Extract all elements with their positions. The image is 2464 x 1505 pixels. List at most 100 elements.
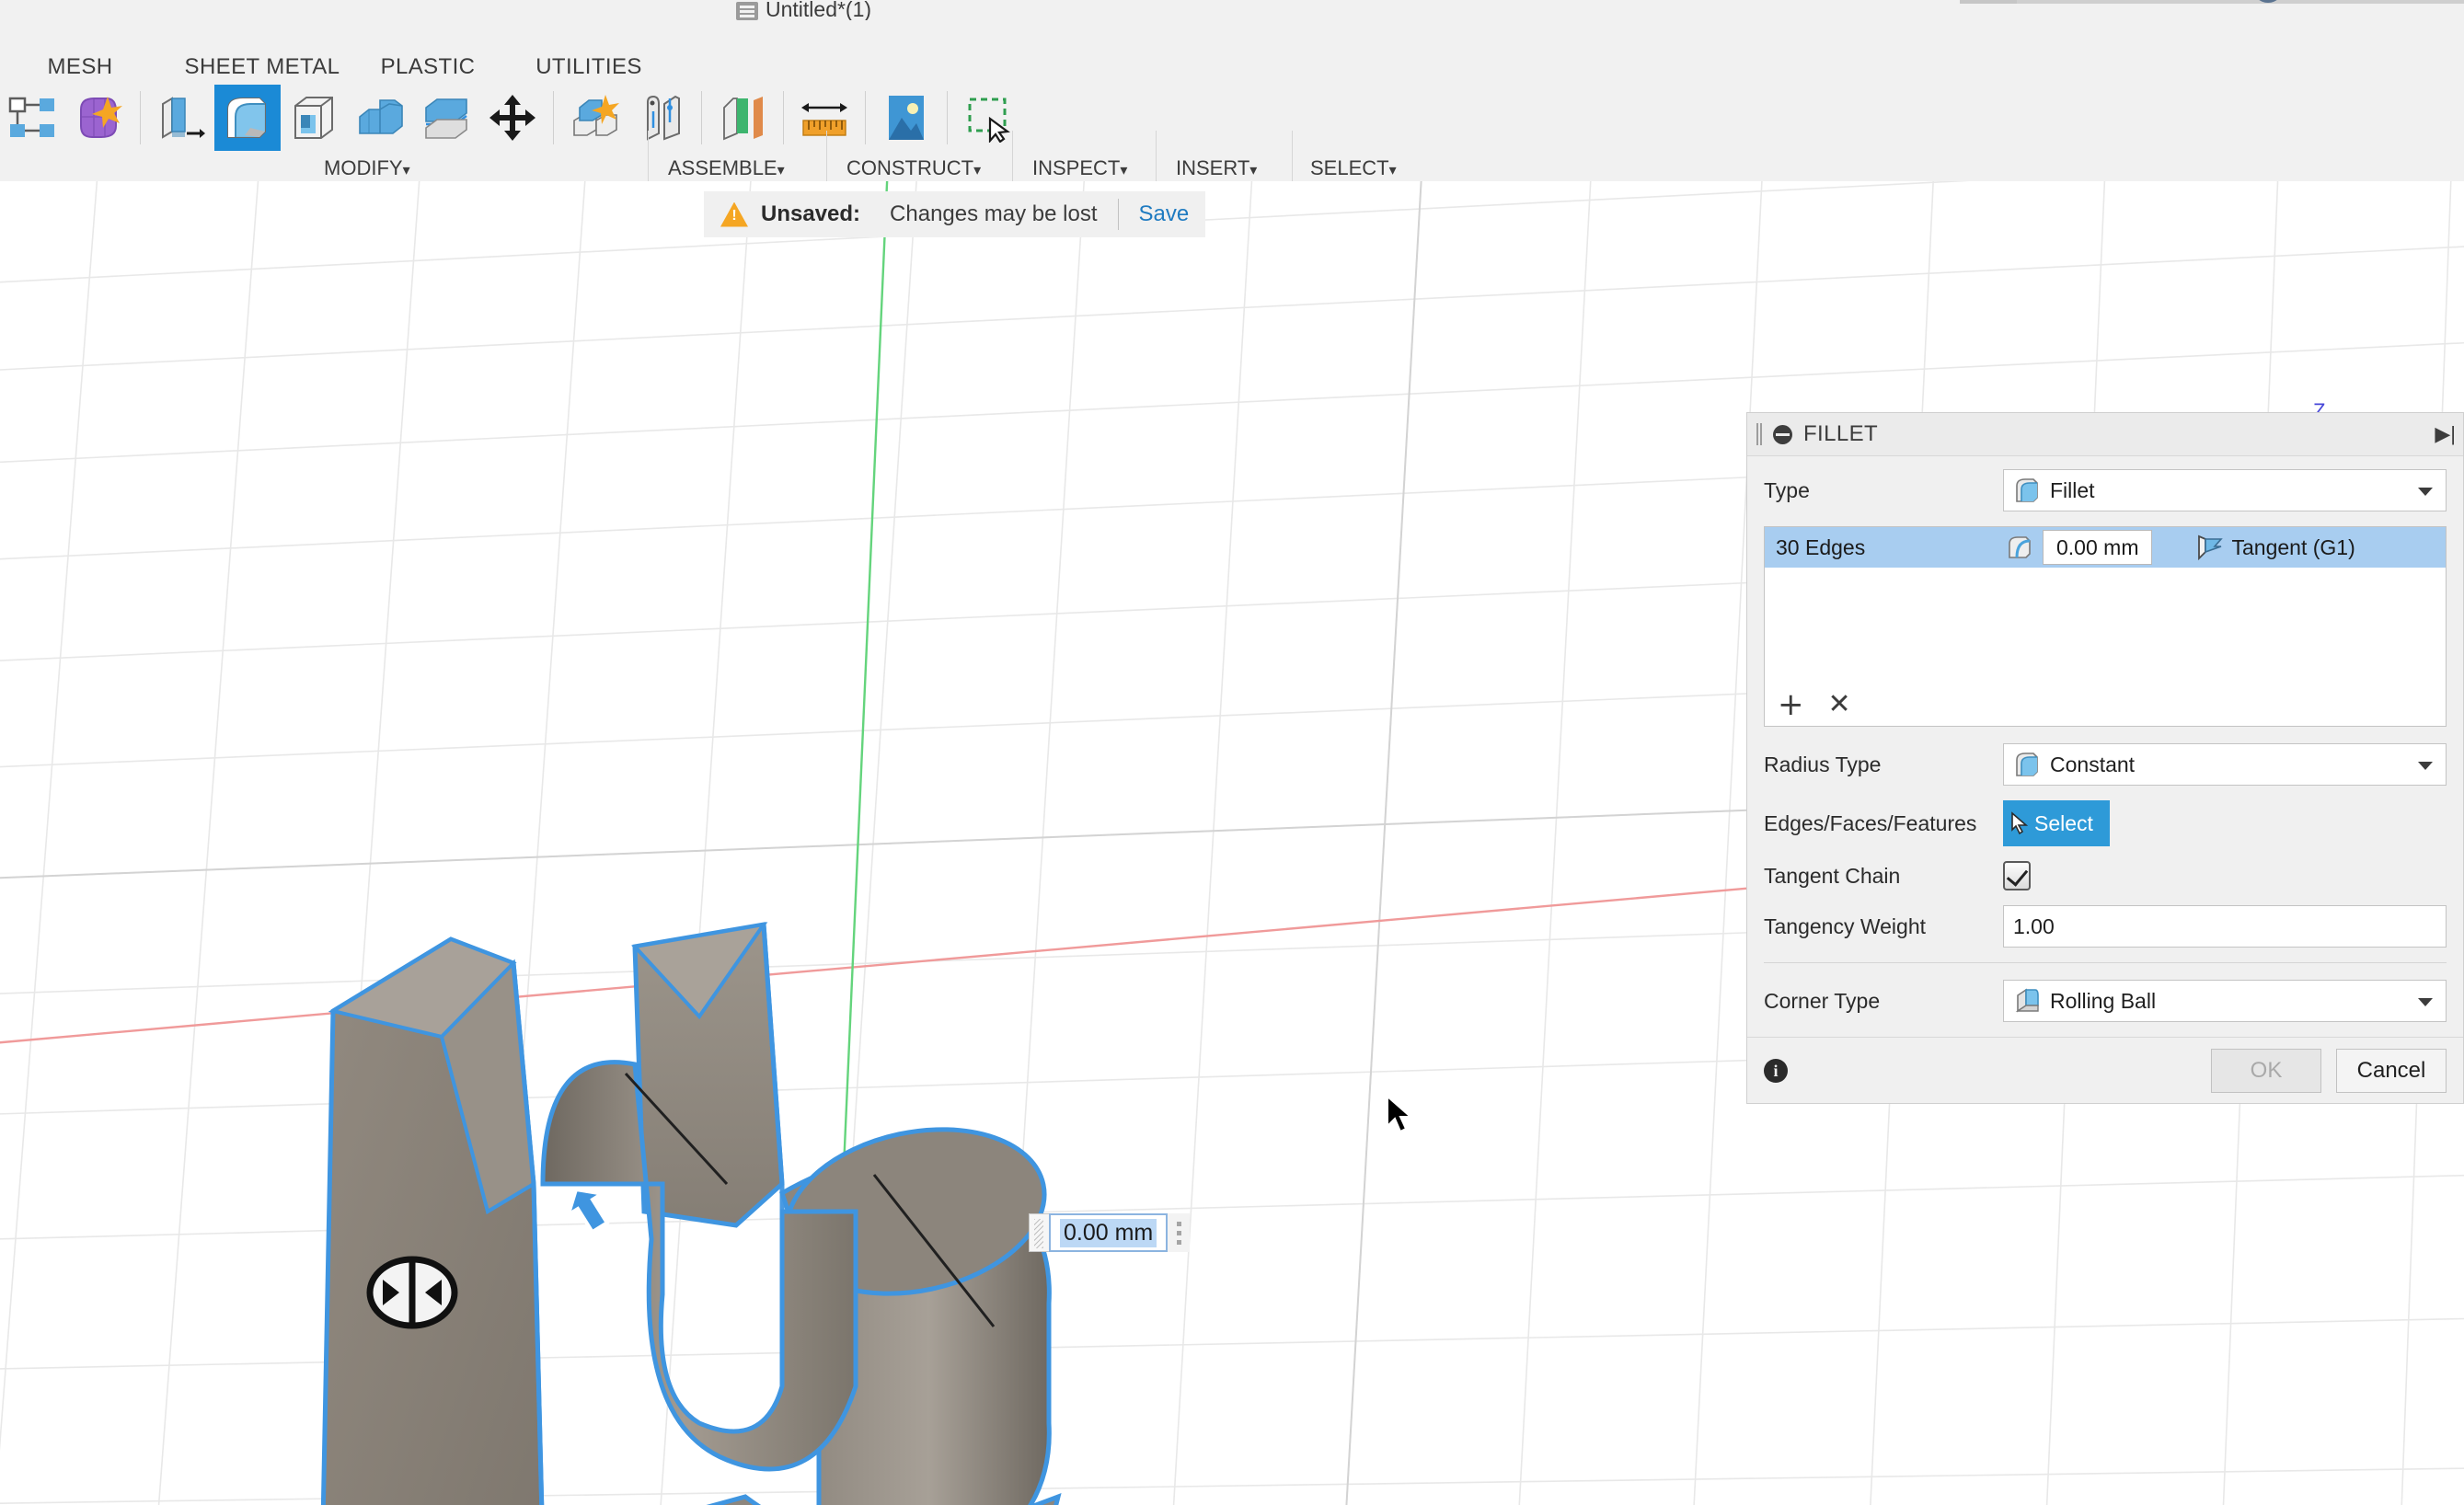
fillet-icon[interactable] <box>214 85 281 151</box>
collapse-right-icon[interactable]: ▶| <box>2435 424 2456 444</box>
ribbon-tab-utilities[interactable]: UTILITIES <box>497 54 681 80</box>
save-link[interactable]: Save <box>1139 201 1190 227</box>
offset-face-icon[interactable] <box>413 85 479 151</box>
user-avatar[interactable] <box>2252 0 2284 3</box>
unsaved-label: Unsaved: <box>761 201 860 227</box>
group-divider <box>1156 131 1157 184</box>
group-label-insert: INSERT <box>1176 156 1249 179</box>
group-caption-select[interactable]: SELECT▾ <box>1310 156 1397 180</box>
corner-type-select[interactable]: Rolling Ball <box>2003 980 2447 1022</box>
drag-arrow-icon[interactable] <box>559 1179 616 1238</box>
edges-list[interactable]: 30 Edges 0.00 mm <box>1764 526 2447 727</box>
group-caption-modify[interactable]: MODIFY▾ <box>324 156 410 180</box>
banner-divider <box>1118 199 1119 230</box>
edge-radius-input[interactable]: 0.00 mm <box>2043 530 2152 565</box>
ribbon-divider <box>865 91 866 144</box>
cad-body[interactable] <box>267 908 1555 1505</box>
create-form-icon[interactable] <box>66 85 132 151</box>
row-radius-type: Radius Type Constant <box>1764 743 2447 786</box>
dialog-body: Type Fillet 30 Edges <box>1747 456 2463 1022</box>
fillet-radius-icon <box>2006 534 2033 561</box>
type-select[interactable]: Fillet <box>2003 469 2447 511</box>
group-label-select: SELECT <box>1310 156 1389 179</box>
chevron-down-icon[interactable] <box>2418 762 2433 770</box>
unsaved-message: Changes may be lost <box>890 201 1097 227</box>
chevron-down-icon: ▾ <box>1389 163 1397 178</box>
kebab-menu-icon[interactable] <box>1168 1213 1190 1252</box>
group-divider <box>1292 131 1293 184</box>
edge-continuity-cell[interactable]: Tangent (G1) <box>2194 534 2355 561</box>
chevron-down-icon[interactable] <box>2418 488 2433 496</box>
flip-direction-icon[interactable] <box>370 1259 455 1326</box>
account-toolbar: 8 of 10 1 i <box>2017 0 2464 4</box>
measure-icon[interactable] <box>791 85 858 151</box>
document-tab-label: Untitled*(1) <box>766 0 871 20</box>
selection-label: Edges/Faces/Features <box>1764 811 2003 836</box>
group-caption-assemble[interactable]: ASSEMBLE▾ <box>668 156 785 180</box>
select-cursor-icon <box>2010 811 2029 835</box>
ribbon-divider <box>140 91 141 144</box>
tangency-weight-input[interactable]: 1.00 <box>2003 905 2447 948</box>
dimension-input-field[interactable]: 0.00 mm <box>1049 1213 1168 1252</box>
combine-icon[interactable] <box>347 85 413 151</box>
add-selection-icon[interactable]: + <box>1778 689 1804 720</box>
group-divider <box>1012 131 1013 184</box>
unsaved-banner: Unsaved: Changes may be lost Save <box>704 191 1205 237</box>
joint-icon[interactable] <box>628 85 694 151</box>
cancel-button[interactable]: Cancel <box>2336 1049 2447 1093</box>
document-tab[interactable]: Untitled*(1) <box>736 0 871 20</box>
row-corner-type: Corner Type Rolling Ball <box>1764 980 2447 1022</box>
mouse-pointer-icon <box>1386 1095 1417 1137</box>
corner-type-label: Corner Type <box>1764 989 2003 1014</box>
chevron-down-icon: ▾ <box>973 163 981 178</box>
radius-type-select[interactable]: Constant <box>2003 743 2447 786</box>
title-bar: Untitled*(1) × 8 of 10 1 i <box>0 0 2464 20</box>
dialog-drag-grip[interactable] <box>1756 423 1764 445</box>
document-menu-icon[interactable] <box>736 2 758 20</box>
group-caption-insert[interactable]: INSERT▾ <box>1176 156 1257 180</box>
assemble-new-component-icon[interactable] <box>561 85 628 151</box>
group-divider <box>648 131 649 184</box>
info-icon[interactable]: i <box>1764 1059 1788 1083</box>
tangent-g1-icon <box>2194 534 2222 561</box>
ribbon-divider <box>947 91 948 144</box>
chevron-down-icon: ▾ <box>403 163 410 178</box>
tangency-weight-value: 1.00 <box>2013 914 2055 939</box>
ribbon-tab-mesh[interactable]: MESH <box>11 54 149 80</box>
new-tab-button[interactable] <box>1960 0 2017 4</box>
collapse-toggle-icon[interactable] <box>1773 425 1792 444</box>
ribbon-divider <box>553 91 554 144</box>
ok-button[interactable]: OK <box>2211 1049 2321 1093</box>
ribbon-divider <box>701 91 702 144</box>
close-tab-icon[interactable]: × <box>1919 0 1940 2</box>
dimension-input-widget[interactable]: 0.00 mm <box>1029 1213 1190 1252</box>
group-caption-construct[interactable]: CONSTRUCT▾ <box>846 156 981 180</box>
dialog-divider <box>1764 962 2447 963</box>
type-label: Type <box>1764 478 2003 503</box>
fillet-dialog[interactable]: FILLET ▶| Type Fillet 30 Edges <box>1746 412 2464 1104</box>
group-label-modify: MODIFY <box>324 156 403 179</box>
create-sketch-icon[interactable] <box>0 85 66 151</box>
radius-type-value: Constant <box>2050 752 2135 777</box>
row-type: Type Fillet <box>1764 469 2447 511</box>
shell-icon[interactable] <box>281 85 347 151</box>
corner-type-value: Rolling Ball <box>2050 989 2156 1014</box>
row-selection: Edges/Faces/Features Select <box>1764 800 2447 846</box>
ribbon-tab-plastic[interactable]: PLASTIC <box>340 54 515 80</box>
insert-image-icon[interactable] <box>873 85 939 151</box>
tangent-chain-checkbox[interactable] <box>2003 861 2031 890</box>
chevron-down-icon[interactable] <box>2418 998 2433 1006</box>
move-copy-icon[interactable] <box>479 85 546 151</box>
dialog-header[interactable]: FILLET ▶| <box>1747 413 2463 456</box>
remove-selection-icon[interactable]: ✕ <box>1828 689 1851 720</box>
document-tab-strip: Untitled*(1) × 8 of 10 1 i <box>0 0 2464 20</box>
edge-radius-cell[interactable]: 0.00 mm <box>2006 530 2152 565</box>
offset-plane-icon[interactable] <box>709 85 776 151</box>
press-pull-icon[interactable] <box>148 85 214 151</box>
edges-list-tools: + ✕ <box>1778 689 1851 720</box>
select-button[interactable]: Select <box>2003 800 2110 846</box>
ribbon-icon-row <box>0 85 1021 151</box>
group-caption-inspect[interactable]: INSPECT▾ <box>1032 156 1127 180</box>
table-row[interactable]: 30 Edges 0.00 mm <box>1765 527 2446 568</box>
dimension-drag-handle[interactable] <box>1029 1213 1049 1252</box>
